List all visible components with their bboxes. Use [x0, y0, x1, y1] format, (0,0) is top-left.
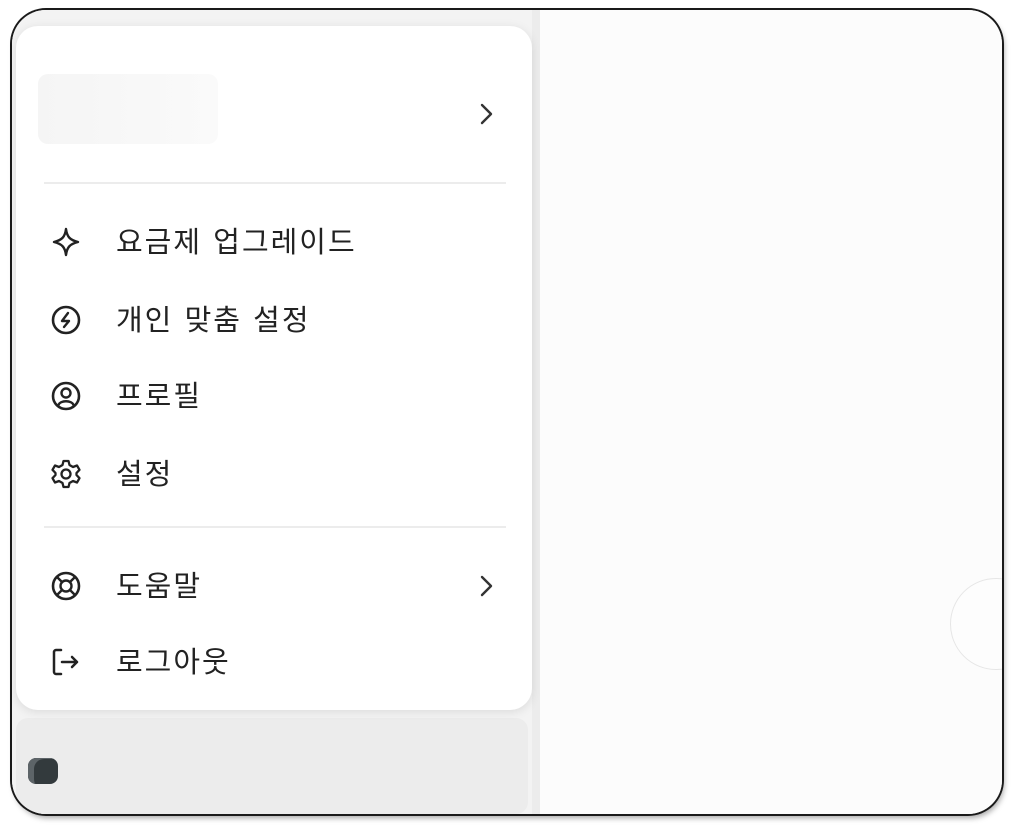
sparkle-icon: [50, 226, 82, 258]
main-content: [540, 10, 1002, 814]
menu-item-label: 도움말: [116, 569, 203, 603]
menu-item-settings[interactable]: 설정: [40, 444, 510, 504]
personalization-icon: [50, 304, 82, 336]
menu-item-personalization[interactable]: 개인 맞춤 설정: [40, 290, 510, 350]
logout-icon: [50, 646, 82, 678]
menu-item-label: 요금제 업그레이드: [116, 225, 357, 259]
lifebuoy-icon: [50, 570, 82, 602]
gear-icon: [50, 458, 82, 490]
menu-divider: [44, 182, 506, 184]
account-email-redacted: [38, 74, 218, 144]
account-menu-header[interactable]: [16, 26, 532, 176]
menu-item-logout[interactable]: 로그아웃: [40, 632, 510, 692]
app-window: 요금제 업그레이드 개인 맞춤 설정 프로필 설정 도움말 로그아웃: [12, 10, 1002, 814]
menu-divider: [44, 526, 506, 528]
menu-item-label: 개인 맞춤 설정: [116, 303, 311, 337]
chevron-right-icon: [474, 574, 498, 598]
menu-item-label: 로그아웃: [116, 645, 231, 679]
chevron-right-icon: [474, 102, 498, 126]
account-menu: 요금제 업그레이드 개인 맞춤 설정 프로필 설정 도움말 로그아웃: [16, 26, 532, 710]
profile-icon: [50, 380, 82, 412]
avatar[interactable]: [28, 758, 58, 784]
menu-item-upgrade[interactable]: 요금제 업그레이드: [40, 212, 510, 272]
menu-item-label: 설정: [116, 457, 174, 491]
menu-item-help[interactable]: 도움말: [40, 556, 510, 616]
menu-item-profile[interactable]: 프로필: [40, 366, 510, 426]
menu-item-label: 프로필: [116, 379, 203, 413]
account-button[interactable]: [16, 718, 528, 814]
